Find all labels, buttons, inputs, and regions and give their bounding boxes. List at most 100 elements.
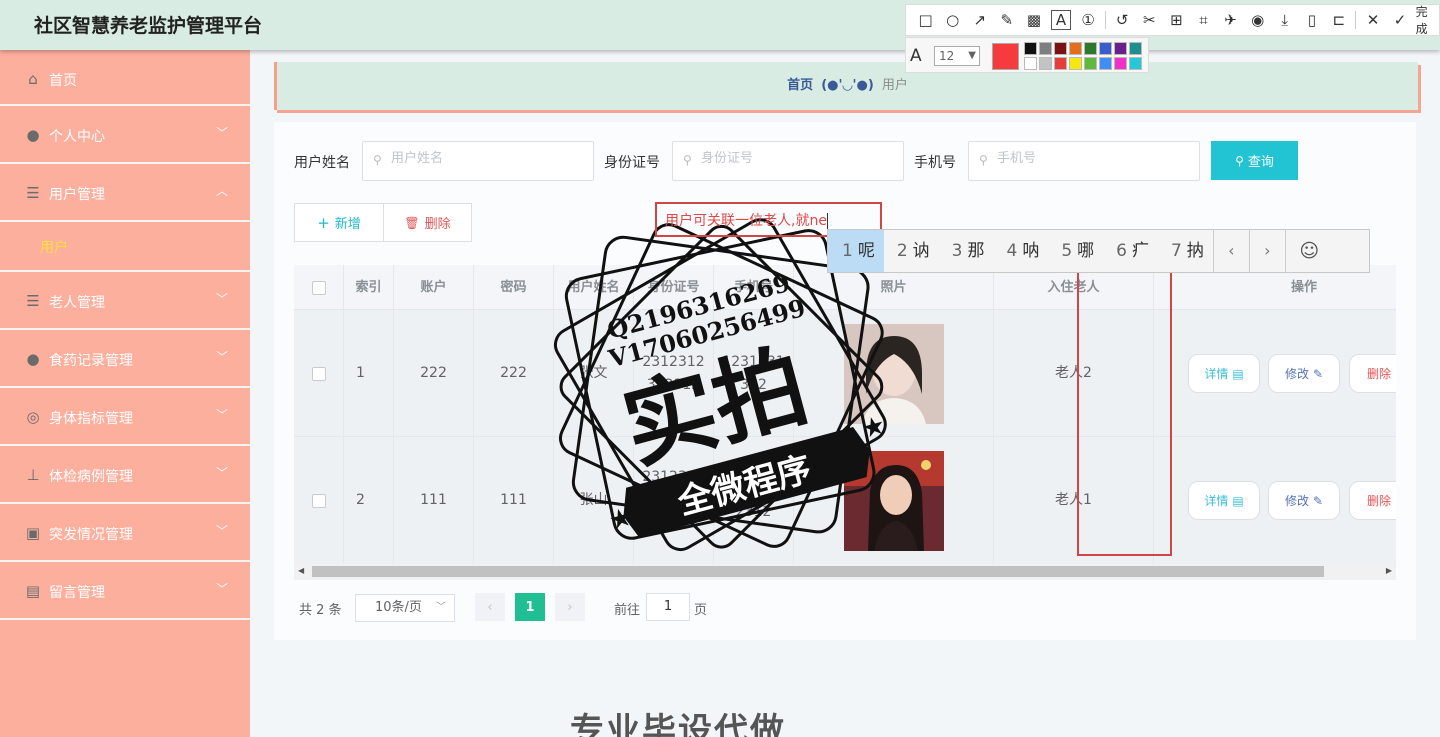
crop-icon[interactable]: ⌗: [1190, 6, 1217, 34]
delete-button[interactable]: 删除: [1349, 354, 1396, 393]
table-horizontal-scrollbar[interactable]: ◀ ▶: [294, 563, 1396, 580]
chevron-down-icon: ﹀: [215, 126, 228, 140]
row-select-cell: [294, 310, 344, 437]
toolbar-divider: [1104, 11, 1106, 29]
color-swatch[interactable]: [1024, 42, 1037, 55]
text-style-panel: A 12 ▼: [905, 37, 1149, 73]
sidebar-item-elders[interactable]: ☰ 老人管理 ﹀: [0, 272, 250, 330]
sidebar-item-vitals[interactable]: ◎ 身体指标管理 ﹀: [0, 388, 250, 446]
pin-icon[interactable]: ✂: [1136, 6, 1163, 34]
close-icon[interactable]: ✕: [1359, 6, 1386, 34]
scroll-right-icon[interactable]: ▶: [1386, 566, 1392, 575]
name-search-input[interactable]: [391, 151, 571, 166]
phone-icon[interactable]: ▯: [1298, 6, 1325, 34]
bulk-delete-button[interactable]: 🗑 删除: [383, 203, 472, 242]
query-label: 查询: [1247, 155, 1274, 170]
number-icon[interactable]: ①: [1075, 6, 1102, 34]
color-swatch[interactable]: [1069, 42, 1082, 55]
sidebar-item-profile[interactable]: ● 个人中心 ﹀: [0, 106, 250, 164]
sidebar-item-messages[interactable]: ▤ 留言管理 ﹀: [0, 562, 250, 620]
color-swatch[interactable]: [1099, 42, 1112, 55]
mosaic-icon[interactable]: ▩: [1020, 6, 1047, 34]
sidebar-item-checkups[interactable]: ⊥ 体检病例管理 ﹀: [0, 446, 250, 504]
color-swatch[interactable]: [1054, 57, 1067, 70]
translate-icon[interactable]: ✈: [1217, 6, 1244, 34]
select-all-checkbox[interactable]: [311, 280, 326, 295]
query-button[interactable]: ⚲ 查询: [1211, 141, 1298, 180]
color-swatch[interactable]: [1129, 42, 1142, 55]
font-size-value: 12: [939, 49, 955, 63]
ime-candidate[interactable]: 1呢: [828, 230, 884, 272]
done-button[interactable]: 完成: [1416, 3, 1439, 37]
add-button[interactable]: + 新增: [294, 203, 384, 242]
scrollbar-thumb[interactable]: [312, 566, 1324, 577]
goto-page-input[interactable]: 1: [646, 593, 690, 621]
candidate-number: 5: [1061, 241, 1073, 261]
chevron-down-icon: ﹀: [215, 292, 228, 306]
arrow-icon[interactable]: ↗: [966, 6, 993, 34]
font-size-select[interactable]: 12 ▼: [934, 46, 980, 66]
sidebar-item-emergency[interactable]: ▣ 突发情况管理 ﹀: [0, 504, 250, 562]
current-color-swatch[interactable]: [992, 43, 1019, 70]
id-search-input[interactable]: [701, 151, 881, 166]
check-icon[interactable]: ✓: [1387, 6, 1414, 34]
bookmark-icon[interactable]: ⊏: [1325, 6, 1352, 34]
sidebar-item-users[interactable]: ☰ 用户管理 ︿: [0, 164, 250, 222]
next-page-button[interactable]: ›: [555, 593, 585, 621]
download-icon[interactable]: ⤓: [1271, 6, 1298, 34]
edit-button[interactable]: 修改 ✎: [1268, 481, 1340, 520]
color-swatch[interactable]: [1114, 42, 1127, 55]
phone-search-input[interactable]: [997, 151, 1177, 166]
text-icon[interactable]: A: [1047, 6, 1074, 34]
ime-candidate[interactable]: 4呐: [993, 230, 1048, 272]
delete-label: 删除: [1366, 494, 1391, 508]
breadcrumb-home[interactable]: 首页: [787, 78, 813, 93]
emoji-icon[interactable]: ☺: [1284, 230, 1333, 272]
ime-candidate[interactable]: 6疒: [1103, 230, 1158, 272]
list-icon: ☰: [26, 292, 40, 310]
color-swatch[interactable]: [1129, 57, 1142, 70]
search-icon: ⚲: [979, 153, 988, 167]
edit-button[interactable]: 修改 ✎: [1268, 354, 1340, 393]
record-icon[interactable]: ◉: [1244, 6, 1271, 34]
detail-button[interactable]: 详情 ▤: [1188, 354, 1260, 393]
row-checkbox[interactable]: [311, 366, 326, 381]
ime-candidate[interactable]: 2讷: [884, 230, 939, 272]
ime-prev-button[interactable]: ‹: [1212, 230, 1249, 272]
prev-page-button[interactable]: ‹: [475, 593, 505, 621]
ocr-icon[interactable]: ⊞: [1163, 6, 1190, 34]
page-number-active[interactable]: 1: [515, 593, 545, 621]
ellipse-icon[interactable]: ○: [939, 6, 966, 34]
cell-photo: [794, 310, 994, 437]
ime-next-button[interactable]: ›: [1248, 230, 1285, 272]
color-swatch[interactable]: [1039, 57, 1052, 70]
sidebar-item-meals[interactable]: ● 食药记录管理 ﹀: [0, 330, 250, 388]
undo-icon[interactable]: ↺: [1109, 6, 1136, 34]
chevron-down-icon: ▼: [968, 50, 976, 61]
page-size-select[interactable]: 10条/页 ﹀: [355, 594, 455, 622]
color-swatch[interactable]: [1054, 42, 1067, 55]
sidebar-item-home[interactable]: ⌂ 首页: [0, 50, 250, 106]
ime-candidate[interactable]: 5哪: [1048, 230, 1103, 272]
sidebar-item-label: 留言管理: [49, 585, 105, 601]
color-swatch[interactable]: [1069, 57, 1082, 70]
row-checkbox[interactable]: [311, 493, 326, 508]
header-select-all[interactable]: [294, 265, 344, 310]
color-swatch[interactable]: [1114, 57, 1127, 70]
ime-candidate[interactable]: 3那: [939, 230, 994, 272]
breadcrumb-current: 用户: [881, 78, 908, 93]
pen-icon[interactable]: ✎: [993, 6, 1020, 34]
sidebar-subitem-user[interactable]: 用户: [0, 222, 250, 272]
color-swatch[interactable]: [1099, 57, 1112, 70]
color-swatch[interactable]: [1084, 57, 1097, 70]
detail-button[interactable]: 详情 ▤: [1188, 481, 1260, 520]
ime-candidate-bar: 1呢 2讷 3那 4呐 5哪 6疒 7抐 ‹ › ☺: [827, 229, 1370, 273]
color-swatch[interactable]: [1084, 42, 1097, 55]
color-swatch[interactable]: [1024, 57, 1037, 70]
scroll-left-icon[interactable]: ◀: [298, 566, 304, 575]
color-swatch[interactable]: [1039, 42, 1052, 55]
rect-icon[interactable]: □: [912, 6, 939, 34]
delete-button[interactable]: 删除: [1349, 481, 1396, 520]
ime-candidate[interactable]: 7抐: [1158, 230, 1213, 272]
cell-password: 222: [474, 310, 554, 437]
